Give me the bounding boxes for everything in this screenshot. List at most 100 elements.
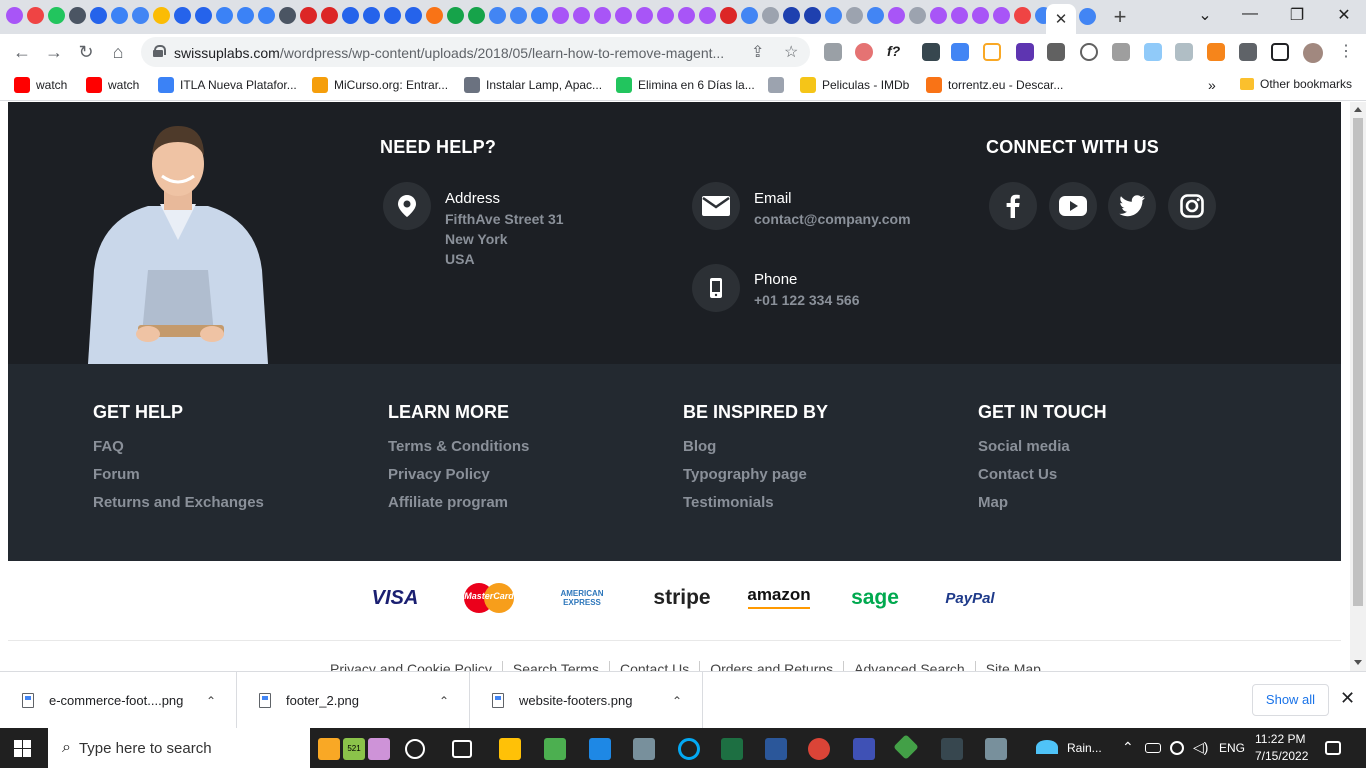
notifications-icon[interactable] — [1325, 741, 1341, 755]
footer-link[interactable]: Forum — [93, 466, 140, 483]
footer-link[interactable]: Testimonials — [683, 494, 774, 511]
active-tab[interactable]: ✕ — [1046, 4, 1076, 34]
vscode-icon[interactable] — [589, 738, 611, 760]
extension-icon[interactable] — [1112, 43, 1130, 61]
chevron-up-icon[interactable]: ⌃ — [672, 694, 682, 708]
tab-favicon[interactable] — [552, 7, 569, 24]
extension-icon[interactable] — [983, 43, 1001, 61]
tab-favicon[interactable] — [804, 7, 821, 24]
tab-favicon[interactable] — [279, 7, 296, 24]
tab-favicon[interactable] — [153, 7, 170, 24]
tab-favicon[interactable] — [951, 7, 968, 24]
other-bookmarks[interactable]: Other bookmarks — [1240, 77, 1352, 91]
app-icon[interactable] — [853, 738, 875, 760]
tab-favicon[interactable] — [699, 7, 716, 24]
tab-favicon[interactable] — [972, 7, 989, 24]
bottom-link[interactable]: Contact Us — [610, 661, 701, 671]
home-icon[interactable]: ⌂ — [106, 40, 130, 64]
forward-icon[interactable]: → — [42, 40, 66, 64]
extension-icon[interactable] — [1080, 43, 1098, 61]
app-icon[interactable] — [893, 734, 919, 760]
footer-link[interactable]: Social media — [978, 438, 1070, 455]
email-value[interactable]: contact@company.com — [754, 209, 911, 229]
calendar-badge-icon[interactable]: 521 — [343, 738, 365, 760]
tab-favicon[interactable] — [573, 7, 590, 24]
calculator-icon[interactable] — [985, 738, 1007, 760]
download-item[interactable]: e-commerce-foot....png ⌃ — [0, 672, 237, 729]
file-explorer-icon[interactable] — [499, 738, 521, 760]
youtube-icon[interactable] — [1049, 182, 1097, 230]
tab-favicon[interactable] — [825, 7, 842, 24]
tab-favicon[interactable] — [321, 7, 338, 24]
chrome-icon[interactable] — [808, 738, 830, 760]
extension-icon[interactable] — [824, 43, 842, 61]
tab-favicon[interactable] — [363, 7, 380, 24]
bookmarks-overflow-icon[interactable]: » — [1208, 77, 1216, 93]
tab-favicon[interactable] — [888, 7, 905, 24]
bottom-link[interactable]: Search Terms — [503, 661, 610, 671]
bookmark-item[interactable]: watch — [14, 77, 67, 93]
extension-icon[interactable] — [1175, 43, 1193, 61]
tab-favicon[interactable] — [468, 7, 485, 24]
tab-favicon[interactable] — [132, 7, 149, 24]
chevron-up-icon[interactable]: ⌃ — [206, 694, 216, 708]
bookmark-item[interactable] — [768, 77, 784, 93]
store-icon[interactable] — [544, 738, 566, 760]
footer-link[interactable]: Returns and Exchanges — [93, 494, 264, 511]
cortana-circle-icon[interactable] — [678, 738, 700, 760]
facebook-icon[interactable] — [989, 182, 1037, 230]
word-icon[interactable] — [765, 738, 787, 760]
tab-favicon[interactable] — [636, 7, 653, 24]
tab-favicon[interactable] — [930, 7, 947, 24]
excel-icon[interactable] — [721, 738, 743, 760]
tab-favicon[interactable] — [531, 7, 548, 24]
tab-favicon[interactable] — [1079, 8, 1096, 25]
tab-favicon[interactable] — [48, 7, 65, 24]
bookmark-item[interactable]: MiCurso.org: Entrar... — [312, 77, 448, 93]
extension-icon[interactable] — [922, 43, 940, 61]
tab-favicon[interactable] — [195, 7, 212, 24]
app-icon[interactable] — [941, 738, 963, 760]
side-panel-icon[interactable] — [1271, 43, 1289, 61]
footer-link[interactable]: Privacy Policy — [388, 466, 490, 483]
show-all-button[interactable]: Show all — [1252, 684, 1329, 716]
tab-favicon[interactable] — [237, 7, 254, 24]
bottom-link[interactable]: Site Map — [976, 661, 1051, 671]
bookmark-item[interactable]: torrentz.eu - Descar... — [926, 77, 1063, 93]
extension-icon[interactable] — [1016, 43, 1034, 61]
back-icon[interactable]: ← — [10, 40, 34, 64]
tab-favicon[interactable] — [993, 7, 1010, 24]
tab-favicon[interactable] — [510, 7, 527, 24]
instagram-icon[interactable] — [1168, 182, 1216, 230]
tab-favicon[interactable] — [846, 7, 863, 24]
tab-search-icon[interactable]: ⌄ — [1195, 5, 1215, 25]
extension-icon[interactable]: f? — [887, 43, 905, 61]
menu-icon[interactable]: ⋮ — [1334, 40, 1358, 64]
close-downloads-icon[interactable]: ✕ — [1340, 688, 1355, 709]
page-scrollbar[interactable] — [1350, 102, 1366, 671]
tab-favicon[interactable] — [867, 7, 884, 24]
tab-favicon[interactable] — [1014, 7, 1031, 24]
bottom-link[interactable]: Privacy and Cookie Policy — [320, 661, 503, 671]
chevron-up-icon[interactable]: ⌃ — [439, 694, 449, 708]
tab-favicon[interactable] — [405, 7, 422, 24]
weather-icon[interactable] — [1036, 740, 1058, 754]
bookmark-item[interactable]: ITLA Nueva Platafor... — [158, 77, 297, 93]
extension-icon[interactable] — [855, 43, 873, 61]
footer-link[interactable]: Contact Us — [978, 466, 1057, 483]
speaker-icon[interactable]: ◁) — [1193, 739, 1208, 756]
phone-value[interactable]: +01 122 334 566 — [754, 290, 860, 310]
restore-icon[interactable]: ❐ — [1287, 5, 1307, 25]
puzzle-icon[interactable] — [1239, 43, 1257, 61]
extension-icon[interactable] — [1047, 43, 1065, 61]
tab-favicon[interactable] — [615, 7, 632, 24]
bookmark-item[interactable]: watch — [86, 77, 139, 93]
bookmark-item[interactable]: Elimina en 6 Días la... — [616, 77, 755, 93]
footer-link[interactable]: Terms & Conditions — [388, 438, 529, 455]
bookmark-item[interactable]: Instalar Lamp, Apac... — [464, 77, 602, 93]
tab-favicon[interactable] — [447, 7, 464, 24]
bookmark-star-icon[interactable]: ☆ — [784, 42, 798, 62]
address-bar[interactable]: swissuplabs.com/wordpress/wp-content/upl… — [141, 37, 810, 67]
clock-date[interactable]: 7/15/2022 — [1255, 749, 1308, 763]
share-icon[interactable]: ⇪ — [751, 42, 764, 62]
